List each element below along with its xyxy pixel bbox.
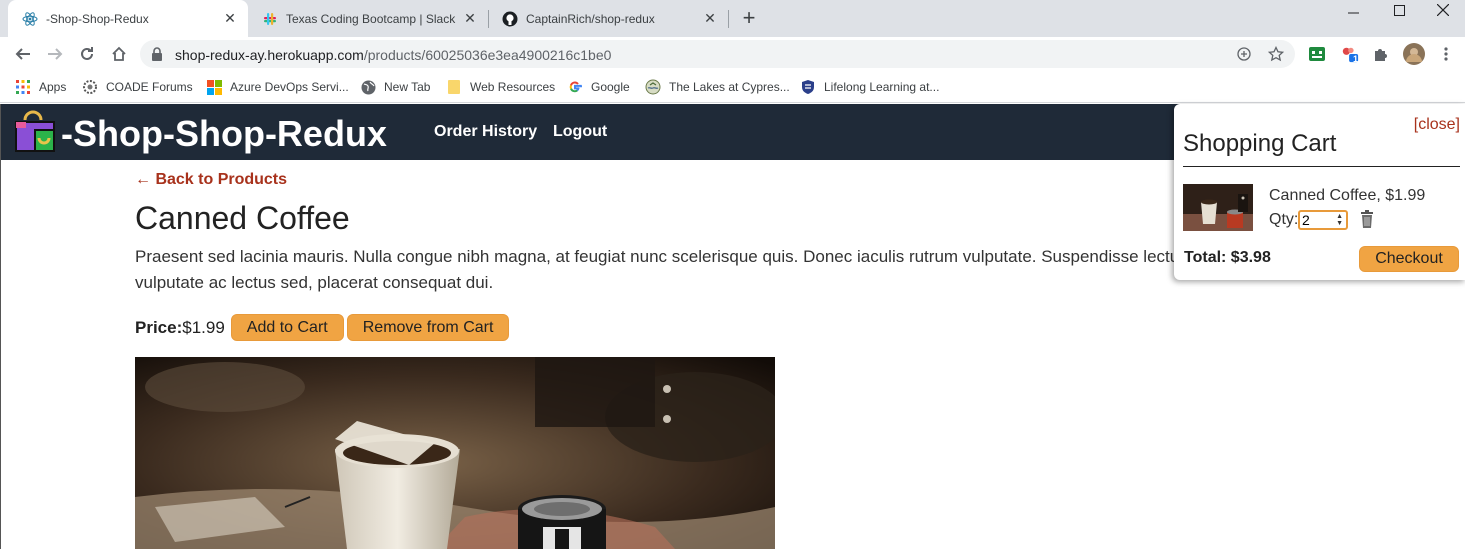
cart-qty-label: Qty: bbox=[1269, 211, 1299, 228]
tab-title: -Shop-Shop-Redux bbox=[46, 11, 149, 26]
google-icon bbox=[567, 79, 583, 95]
install-app-icon[interactable] bbox=[1235, 45, 1253, 63]
bookmark-label: New Tab bbox=[384, 80, 431, 94]
bookmark-google[interactable]: Google bbox=[567, 79, 630, 95]
bookmark-new-tab[interactable]: New Tab bbox=[360, 79, 430, 95]
trash-icon[interactable] bbox=[1358, 210, 1376, 234]
bookmark-the-lakes[interactable]: The Lakes at Cypres... bbox=[645, 79, 790, 95]
tab-shop-shop-redux[interactable]: -Shop-Shop-Redux ✕ bbox=[8, 0, 248, 37]
folder-icon bbox=[446, 79, 462, 95]
new-tab-button[interactable]: + bbox=[737, 7, 761, 30]
browser-tab-bar: -Shop-Shop-Redux ✕ Texas Coding Bootcamp… bbox=[0, 0, 1465, 37]
browser-toolbar: shop-redux-ay.herokuapp.com/products/600… bbox=[0, 37, 1465, 71]
tab-title: Texas Coding Bootcamp | Slack bbox=[286, 11, 456, 26]
profile-avatar[interactable] bbox=[1403, 43, 1425, 65]
tab-separator bbox=[728, 10, 729, 28]
web-page: -Shop-Shop-Redux Order History Logout ← … bbox=[0, 104, 1465, 549]
cart-divider bbox=[1183, 166, 1460, 167]
forward-arrow-icon[interactable] bbox=[44, 43, 66, 65]
tab-github[interactable]: CaptainRich/shop-redux ✕ bbox=[488, 0, 728, 37]
quantity-input[interactable]: 2 ▲ ▼ bbox=[1298, 210, 1348, 230]
maximize-window-button[interactable] bbox=[1376, 0, 1422, 20]
minimize-window-button[interactable] bbox=[1330, 0, 1376, 20]
bookmark-apps[interactable]: Apps bbox=[15, 79, 66, 95]
home-icon[interactable] bbox=[108, 43, 130, 65]
price-label: Price: bbox=[135, 317, 183, 337]
reload-icon[interactable] bbox=[76, 43, 98, 65]
url-path: /products/60025036e3ea4900216c1be0 bbox=[363, 47, 612, 63]
close-cart-link[interactable]: [close] bbox=[1414, 116, 1460, 134]
bookmark-label: The Lakes at Cypres... bbox=[669, 80, 790, 94]
close-tab-icon[interactable]: ✕ bbox=[220, 9, 240, 29]
quantity-value: 2 bbox=[1302, 212, 1310, 228]
price-value: $1.99 bbox=[182, 317, 225, 337]
checkout-button[interactable]: Checkout bbox=[1359, 246, 1459, 272]
close-window-button[interactable] bbox=[1420, 0, 1465, 20]
react-favicon-icon bbox=[22, 11, 38, 27]
bookmark-azure-devops[interactable]: Azure DevOps Servi... bbox=[206, 79, 349, 95]
microsoft-icon bbox=[206, 79, 222, 95]
address-bar[interactable]: shop-redux-ay.herokuapp.com/products/600… bbox=[140, 40, 1295, 68]
cart-title: Shopping Cart bbox=[1183, 130, 1337, 157]
tab-slack[interactable]: Texas Coding Bootcamp | Slack ✕ bbox=[248, 0, 488, 37]
logout-link[interactable]: Logout bbox=[553, 123, 607, 141]
cart-total: Total: $3.98 bbox=[1184, 249, 1271, 266]
back-arrow-icon[interactable] bbox=[12, 43, 34, 65]
lakes-icon bbox=[645, 79, 661, 95]
order-history-link[interactable]: Order History bbox=[434, 123, 537, 141]
browser-menu-icon[interactable] bbox=[1437, 45, 1455, 63]
product-image bbox=[135, 357, 775, 549]
bookmark-label: Web Resources bbox=[470, 80, 556, 94]
extension-green-icon[interactable] bbox=[1308, 45, 1326, 63]
extension-badge-count: 1 bbox=[1353, 54, 1359, 64]
slack-favicon-icon bbox=[262, 11, 278, 27]
shield-icon bbox=[800, 79, 816, 95]
bookmark-lifelong-learning[interactable]: Lifelong Learning at... bbox=[800, 79, 939, 95]
lock-icon[interactable] bbox=[151, 47, 163, 66]
quantity-spinner-icon[interactable]: ▲ ▼ bbox=[1336, 213, 1343, 227]
shopping-bag-icon bbox=[13, 110, 57, 157]
bookmarks-bar: Apps COADE Forums Azure DevOps Servi... … bbox=[0, 71, 1465, 103]
brand-link[interactable]: -Shop-Shop-Redux bbox=[13, 110, 387, 157]
bookmark-label: COADE Forums bbox=[106, 80, 193, 94]
shopping-cart-panel: [close] Shopping Cart Canned Coffee, $1.… bbox=[1174, 104, 1465, 280]
product-description: Praesent sed lacinia mauris. Nulla congu… bbox=[135, 247, 1230, 292]
github-favicon-icon bbox=[502, 11, 518, 27]
add-to-cart-button[interactable]: Add to Cart bbox=[230, 314, 344, 341]
close-tab-icon[interactable]: ✕ bbox=[460, 9, 480, 29]
apps-grid-icon bbox=[15, 79, 31, 95]
url-text: shop-redux-ay.herokuapp.com/products/600… bbox=[175, 47, 611, 63]
bookmark-label: Apps bbox=[39, 80, 67, 94]
bookmark-label: Azure DevOps Servi... bbox=[230, 80, 349, 94]
bookmark-coade-forums[interactable]: COADE Forums bbox=[82, 79, 193, 95]
product-title: Canned Coffee bbox=[135, 200, 350, 236]
url-host: shop-redux-ay.herokuapp.com bbox=[175, 47, 364, 63]
cart-item-image bbox=[1183, 184, 1253, 231]
coade-icon bbox=[82, 79, 98, 95]
bookmark-web-resources[interactable]: Web Resources bbox=[446, 79, 555, 95]
remove-from-cart-button[interactable]: Remove from Cart bbox=[346, 314, 510, 341]
extension-badge-icon[interactable]: 1 bbox=[1341, 45, 1359, 64]
bookmark-label: Lifelong Learning at... bbox=[824, 80, 940, 94]
price-row: Price: $1.99 Add to Cart Remove from Car… bbox=[135, 314, 510, 341]
back-to-products-link[interactable]: ← Back to Products bbox=[135, 171, 287, 189]
cart-item-name-price: Canned Coffee, $1.99 bbox=[1269, 187, 1426, 204]
close-tab-icon[interactable]: ✕ bbox=[700, 9, 720, 29]
brand-title: -Shop-Shop-Redux bbox=[61, 112, 387, 154]
bookmark-label: Google bbox=[591, 80, 630, 94]
globe-icon bbox=[360, 79, 376, 95]
tab-title: CaptainRich/shop-redux bbox=[526, 11, 655, 26]
extensions-puzzle-icon[interactable] bbox=[1372, 45, 1390, 63]
bookmark-star-icon[interactable] bbox=[1267, 45, 1285, 63]
